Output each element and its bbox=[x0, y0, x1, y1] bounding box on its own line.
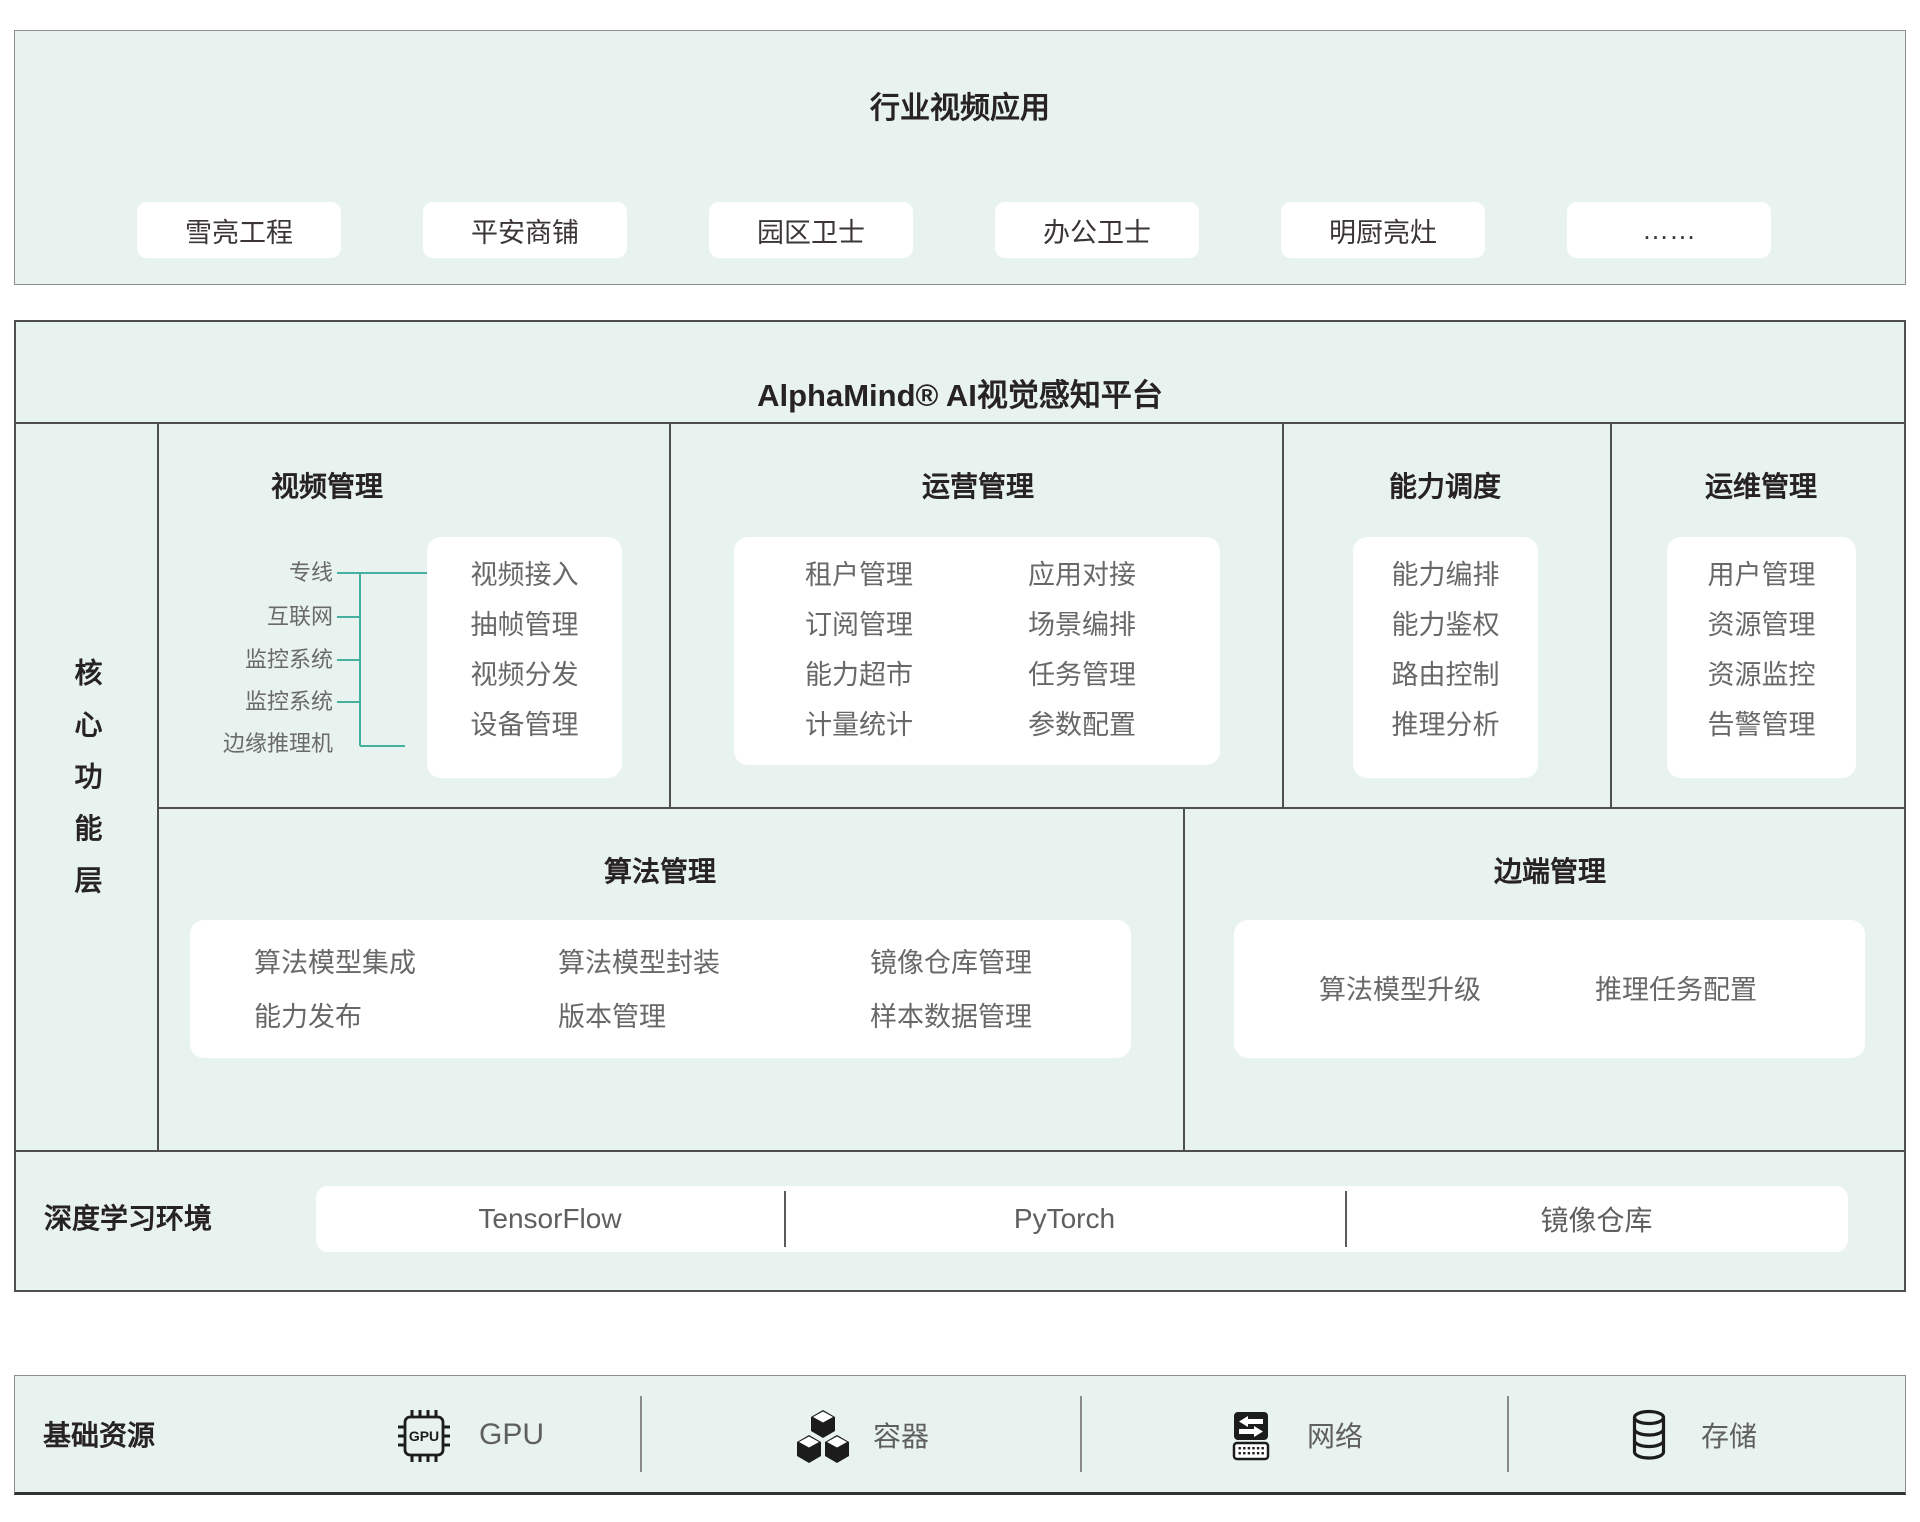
ops-mgmt-item: 应用对接 bbox=[1028, 550, 1136, 600]
ops-maint-title: 运维管理 bbox=[1645, 469, 1877, 505]
video-source-label: 监控系统 bbox=[157, 688, 333, 716]
edge-mgmt-item: 算法模型升级 bbox=[1319, 975, 1481, 1005]
app-chip-pingan: 平安商铺 bbox=[423, 202, 627, 258]
col-divider-3 bbox=[1610, 422, 1612, 809]
video-source-label: 专线 bbox=[157, 559, 333, 587]
ops-maint-item: 资源监控 bbox=[1667, 650, 1856, 700]
video-mgmt-item: 设备管理 bbox=[427, 700, 622, 750]
algo-mgmt-title: 算法管理 bbox=[544, 854, 776, 890]
infra-panel: 基础资源 GPU GPU bbox=[14, 1375, 1906, 1495]
dl-env-item-tensorflow: TensorFlow bbox=[316, 1186, 784, 1252]
algo-mgmt-box: 算法模型集成 算法模型封装 镜像仓库管理 能力发布 版本管理 样本数据管理 bbox=[190, 920, 1131, 1058]
capability-sched-box: 能力编排 能力鉴权 路由控制 推理分析 bbox=[1353, 537, 1538, 778]
capability-item: 能力鉴权 bbox=[1353, 600, 1538, 650]
ops-mgmt-item: 场景编排 bbox=[1028, 600, 1136, 650]
ops-mgmt-box: 租户管理 订阅管理 能力超市 计量统计 应用对接 场景编排 任务管理 参数配置 bbox=[734, 537, 1220, 765]
dl-row-divider bbox=[16, 1150, 1904, 1152]
infra-item-network-label: 网络 bbox=[1307, 1420, 1363, 1454]
gpu-chip-icon: GPU bbox=[396, 1408, 452, 1464]
video-source-connector-lines bbox=[330, 560, 440, 760]
ops-mgmt-item: 任务管理 bbox=[1028, 650, 1136, 700]
infra-title: 基础资源 bbox=[43, 1418, 155, 1454]
capability-sched-title: 能力调度 bbox=[1329, 469, 1561, 505]
ops-maint-box: 用户管理 资源管理 资源监控 告警管理 bbox=[1667, 537, 1856, 778]
app-chip-more: …… bbox=[1567, 202, 1771, 258]
infra-item-storage-label: 存储 bbox=[1701, 1420, 1757, 1454]
edge-mgmt-item: 推理任务配置 bbox=[1595, 975, 1757, 1005]
platform-panel: AlphaMind® AI视觉感知平台 核心功能层 视频管理 运营管理 能力调度… bbox=[14, 320, 1906, 1292]
video-mgmt-item: 抽帧管理 bbox=[427, 600, 622, 650]
col-divider-1 bbox=[669, 422, 671, 809]
video-mgmt-title: 视频管理 bbox=[227, 469, 427, 505]
algo-mgmt-item: 算法模型封装 bbox=[558, 948, 720, 978]
algo-mgmt-item: 算法模型集成 bbox=[254, 948, 416, 978]
app-chip-bangong: 办公卫士 bbox=[995, 202, 1199, 258]
infra-item-container-label: 容器 bbox=[873, 1420, 929, 1454]
infra-divider bbox=[1507, 1396, 1509, 1472]
ops-maint-item: 资源管理 bbox=[1667, 600, 1856, 650]
capability-item: 能力编排 bbox=[1353, 550, 1538, 600]
ops-mgmt-item: 能力超市 bbox=[805, 650, 913, 700]
capability-item: 路由控制 bbox=[1353, 650, 1538, 700]
algo-mgmt-item: 版本管理 bbox=[558, 1002, 666, 1032]
app-chip-xueliang: 雪亮工程 bbox=[137, 202, 341, 258]
dl-env-item-registry: 镜像仓库 bbox=[1345, 1186, 1848, 1252]
ops-mgmt-item: 参数配置 bbox=[1028, 700, 1136, 750]
edge-mgmt-title: 边端管理 bbox=[1434, 854, 1666, 890]
video-source-label: 监控系统 bbox=[157, 646, 333, 674]
video-source-label: 边缘推理机 bbox=[157, 730, 333, 758]
algo-mgmt-item: 样本数据管理 bbox=[870, 1002, 1032, 1032]
app-chip-mingchu: 明厨亮灶 bbox=[1281, 202, 1485, 258]
svg-text:GPU: GPU bbox=[409, 1428, 439, 1444]
ops-mgmt-title: 运营管理 bbox=[862, 469, 1094, 505]
ops-mgmt-item: 订阅管理 bbox=[805, 600, 913, 650]
industry-apps-title: 行业视频应用 bbox=[15, 83, 1905, 127]
edge-mgmt-box: 算法模型升级 推理任务配置 bbox=[1234, 920, 1865, 1058]
video-mgmt-box: 视频接入 抽帧管理 视频分发 设备管理 bbox=[427, 537, 622, 778]
core-layer-label: 核心功能层 bbox=[16, 424, 157, 1150]
container-cubes-icon bbox=[793, 1408, 853, 1466]
row-divider bbox=[157, 807, 1904, 809]
col-divider-2 bbox=[1282, 422, 1284, 809]
title-divider bbox=[16, 422, 1904, 424]
ops-maint-item: 告警管理 bbox=[1667, 700, 1856, 750]
architecture-diagram: 行业视频应用 雪亮工程 平安商铺 园区卫士 办公卫士 明厨亮灶 …… Alpha… bbox=[0, 0, 1920, 1522]
video-mgmt-item: 视频接入 bbox=[427, 550, 622, 600]
algo-mgmt-item: 镜像仓库管理 bbox=[870, 948, 1032, 978]
infra-divider bbox=[640, 1396, 642, 1472]
industry-apps-panel: 行业视频应用 雪亮工程 平安商铺 园区卫士 办公卫士 明厨亮灶 …… bbox=[14, 30, 1906, 285]
video-mgmt-item: 视频分发 bbox=[427, 650, 622, 700]
capability-item: 推理分析 bbox=[1353, 700, 1538, 750]
platform-title: AlphaMind® AI视觉感知平台 bbox=[16, 370, 1904, 415]
app-chip-yuanqu: 园区卫士 bbox=[709, 202, 913, 258]
dl-env-item-pytorch: PyTorch bbox=[784, 1186, 1345, 1252]
storage-database-icon bbox=[1621, 1408, 1677, 1464]
algo-mgmt-item: 能力发布 bbox=[254, 1002, 362, 1032]
dl-env-bar: TensorFlow PyTorch 镜像仓库 bbox=[316, 1186, 1848, 1252]
network-switch-icon bbox=[1223, 1408, 1279, 1464]
infra-item-gpu-label: GPU bbox=[479, 1418, 544, 1452]
ops-mgmt-item: 计量统计 bbox=[805, 700, 913, 750]
sidebar-divider bbox=[157, 422, 159, 1150]
ops-maint-item: 用户管理 bbox=[1667, 550, 1856, 600]
infra-divider bbox=[1080, 1396, 1082, 1472]
ops-mgmt-item: 租户管理 bbox=[805, 550, 913, 600]
video-source-label: 互联网 bbox=[157, 603, 333, 631]
dl-bar-divider bbox=[784, 1191, 786, 1247]
dl-env-label: 深度学习环境 bbox=[44, 1201, 212, 1237]
dl-bar-divider bbox=[1345, 1191, 1347, 1247]
row2-col-divider bbox=[1183, 808, 1185, 1150]
